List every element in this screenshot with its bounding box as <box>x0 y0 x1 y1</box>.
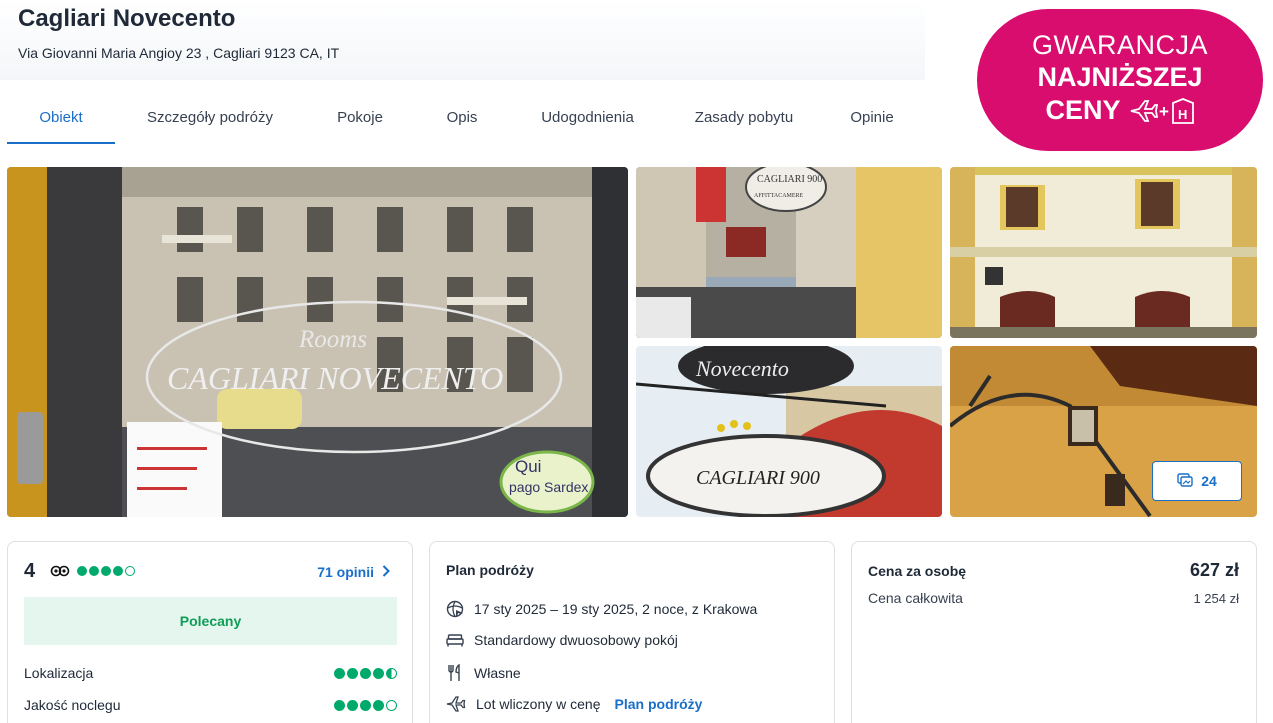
rating-bubble <box>347 699 358 711</box>
bed-icon <box>446 633 464 647</box>
tab-obiekt[interactable]: Obiekt <box>7 100 115 144</box>
rating-bubble <box>373 667 384 679</box>
rating-bubble <box>89 566 99 576</box>
main-sign-text-1: Rooms <box>298 326 367 353</box>
price-per-person-row: Cena za osobę 627 zł <box>868 560 1239 581</box>
reviews-link[interactable]: 71 opinii <box>317 564 390 580</box>
tab-zasady-pobytu[interactable]: Zasady pobytu <box>666 100 822 144</box>
plan-row-dates: 17 sty 2025 – 19 sty 2025, 2 noce, z Kra… <box>446 600 757 618</box>
price-total-label: Cena całkowita <box>868 590 963 606</box>
rating-category-label: Lokalizacja <box>24 665 94 681</box>
plan-row-board: Własne <box>446 664 521 682</box>
photo-building-facade[interactable] <box>950 167 1257 338</box>
tab-bar: Obiekt Szczegóły podróży Pokoje Opis Udo… <box>7 100 927 144</box>
cutlery-icon <box>446 664 464 682</box>
tripadvisor-owl-icon <box>50 564 70 582</box>
rating-bubble <box>334 667 345 679</box>
images-icon <box>1177 472 1193 490</box>
badge-line-3: CENY <box>1045 95 1121 125</box>
recommended-banner: Polecany <box>24 597 397 645</box>
flight-plus-hotel-icon: + H <box>1129 97 1195 124</box>
rating-bubble <box>373 699 384 711</box>
rating-card: 4 71 opinii Polecany Lokalizacja Jakość … <box>7 541 413 723</box>
price-per-person-label: Cena za osobę <box>868 562 967 579</box>
rating-bubble <box>125 566 135 576</box>
rating-row-quality: Jakość noclegu <box>24 697 397 713</box>
rating-bubble <box>77 566 87 576</box>
price-card: Cena za osobę 627 zł Cena całkowita 1 25… <box>851 541 1257 723</box>
badge-line-2: NAJNIŻSZEJ <box>1037 62 1203 92</box>
plan-flight: Lot wliczony w cenę <box>476 696 601 712</box>
sticker-text-1: Qui <box>515 457 541 476</box>
reviews-link-label: 71 opinii <box>317 564 374 580</box>
price-total-row: Cena całkowita 1 254 zł <box>868 590 1239 606</box>
rating-bubble <box>386 667 397 679</box>
badge-line-1: GWARANCJA <box>1031 30 1208 60</box>
rating-bubbles <box>77 566 135 576</box>
globe-plane-icon <box>446 600 464 618</box>
rating-score: 4 <box>24 560 36 582</box>
photo-street-sign[interactable]: CAGLIARI 900 AFFITTACAMERE <box>636 167 942 338</box>
price-per-person-value: 627 zł <box>1189 560 1239 580</box>
main-photo[interactable]: Rooms CAGLIARI NOVECENTO Qui pago Sardex <box>7 167 628 517</box>
svg-text:+: + <box>1159 102 1169 121</box>
rating-row-location: Lokalizacja <box>24 665 397 681</box>
trip-plan-card: Plan podróży 17 sty 2025 – 19 sty 2025, … <box>429 541 835 723</box>
rating-bubble <box>360 667 371 679</box>
rating-bubble <box>113 566 123 576</box>
plan-room: Standardowy dwuosobowy pokój <box>474 632 678 648</box>
hotel-address: Via Giovanni Maria Angioy 23 , Cagliari … <box>18 45 340 61</box>
rating-category-label: Jakość noclegu <box>24 697 121 713</box>
sign3-bottom-text: CAGLIARI 900 <box>696 467 820 489</box>
photo-count-label: 24 <box>1201 473 1217 489</box>
photo-count-button[interactable]: 24 <box>1152 461 1242 501</box>
rating-bubble <box>334 699 345 711</box>
rating-bubble <box>386 699 397 711</box>
plan-board: Własne <box>474 665 521 681</box>
sign3-top-text: Novecento <box>695 356 789 381</box>
location-rating-bubbles <box>334 667 397 679</box>
plan-dates: 17 sty 2025 – 19 sty 2025, 2 noce, z Kra… <box>474 601 758 617</box>
rating-bubble <box>360 699 371 711</box>
sticker-text-2: pago Sardex <box>509 479 588 495</box>
tab-opis[interactable]: Opis <box>415 100 509 144</box>
lowest-price-guarantee-badge: GWARANCJA NAJNIŻSZEJ CENY + H <box>977 9 1263 151</box>
plan-row-room: Standardowy dwuosobowy pokój <box>446 632 678 648</box>
plane-icon <box>446 696 466 712</box>
chevron-right-icon <box>382 564 390 580</box>
main-sign-text-2: CAGLIARI NOVECENTO <box>167 360 503 396</box>
tab-pokoje[interactable]: Pokoje <box>305 100 415 144</box>
rating-bubble <box>347 667 358 679</box>
trip-plan-title: Plan podróży <box>446 562 534 578</box>
plan-row-flight: Lot wliczony w cenę Plan podróży <box>446 696 702 712</box>
photo-hotel-signs[interactable]: Novecento CAGLIARI 900 <box>636 346 942 517</box>
rating-bubble <box>101 566 111 576</box>
sign1-text: CAGLIARI 900 <box>757 174 822 185</box>
price-total-value: 1 254 zł <box>1193 590 1239 606</box>
tab-szczegoly-podrozy[interactable]: Szczegóły podróży <box>115 100 305 144</box>
sign1-sub-text: AFFITTACAMERE <box>754 193 804 199</box>
quality-rating-bubbles <box>334 699 397 711</box>
badge-line-3-wrap: CENY + H <box>977 94 1263 127</box>
tab-udogodnienia[interactable]: Udogodnienia <box>509 100 666 144</box>
tab-opinie[interactable]: Opinie <box>822 100 922 144</box>
trip-plan-link[interactable]: Plan podróży <box>615 696 703 712</box>
svg-text:H: H <box>1178 107 1187 122</box>
hotel-name: Cagliari Novecento <box>18 5 236 32</box>
